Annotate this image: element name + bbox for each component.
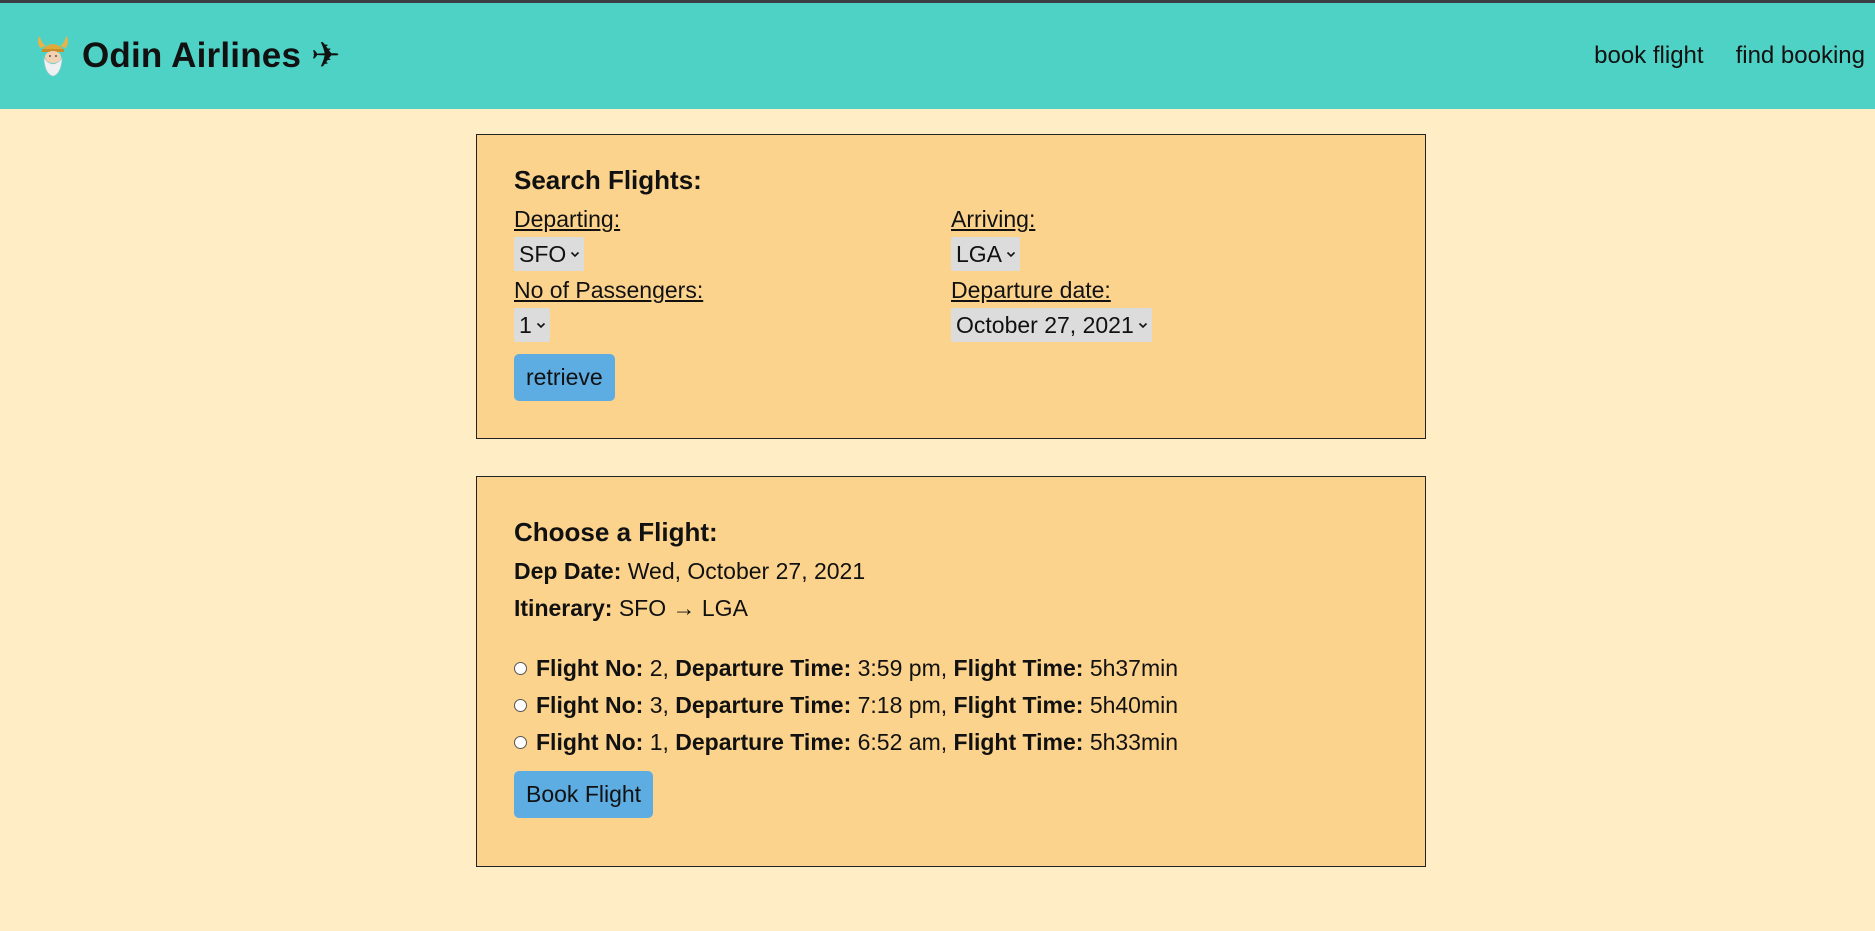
- flight-no-value: 1: [649, 729, 663, 755]
- flight-no-label: Flight No:: [536, 655, 644, 681]
- dep-time-label: Departure Time:: [675, 729, 852, 755]
- nav-links: book flight find booking: [1594, 42, 1865, 70]
- choose-heading: Choose a Flight:: [514, 517, 718, 547]
- departure-date-select[interactable]: October 27, 2021: [951, 308, 1152, 342]
- departing-label: Departing:: [514, 206, 621, 232]
- itinerary-line: Itinerary: SFO → LGA: [514, 595, 1388, 622]
- flight-radio[interactable]: [514, 736, 527, 749]
- flight-time-label: Flight Time:: [953, 692, 1084, 718]
- choose-flight-panel: Choose a Flight: Dep Date: Wed, October …: [476, 476, 1426, 867]
- departing-field: Departing: SFO: [514, 206, 951, 271]
- arriving-value: LGA: [956, 240, 1003, 267]
- arriving-label: Arriving:: [951, 206, 1036, 232]
- flight-time-value: 5h33min: [1089, 729, 1179, 755]
- brand[interactable]: Odin Airlines ✈: [34, 34, 341, 78]
- departure-date-label: Departure date:: [951, 277, 1111, 303]
- flight-option[interactable]: Flight No: 3, Departure Time: 7:18 pm, F…: [514, 687, 1388, 724]
- dep-date-value: Wed, October 27, 2021: [627, 558, 866, 584]
- passengers-select[interactable]: 1: [514, 308, 550, 342]
- chevron-down-icon: [1138, 322, 1147, 329]
- departing-select[interactable]: SFO: [514, 237, 585, 271]
- itinerary-value: SFO → LGA: [618, 595, 748, 621]
- departure-date-field: Departure date: October 27, 2021: [951, 277, 1388, 342]
- dep-time-label: Departure Time:: [675, 655, 852, 681]
- flight-option[interactable]: Flight No: 2, Departure Time: 3:59 pm, F…: [514, 650, 1388, 687]
- dep-time-label: Departure Time:: [675, 692, 852, 718]
- chevron-down-icon: [571, 251, 580, 258]
- dep-time-value: 6:52 am: [857, 729, 941, 755]
- departing-value: SFO: [519, 240, 567, 267]
- nav-find-booking[interactable]: find booking: [1736, 42, 1865, 70]
- itinerary-label: Itinerary:: [514, 595, 613, 621]
- dep-date-label: Dep Date:: [514, 558, 622, 584]
- chevron-down-icon: [1006, 251, 1016, 258]
- search-heading: Search Flights:: [514, 165, 702, 195]
- flight-time-label: Flight Time:: [953, 655, 1084, 681]
- chevron-down-icon: [536, 322, 545, 329]
- brand-title[interactable]: Odin Airlines ✈: [82, 36, 341, 76]
- flight-time-label: Flight Time:: [953, 729, 1084, 755]
- passengers-label: No of Passengers:: [514, 277, 704, 303]
- book-flight-button[interactable]: Book Flight: [514, 771, 654, 818]
- flight-no-label: Flight No:: [536, 729, 644, 755]
- flight-time-value: 5h40min: [1089, 692, 1179, 718]
- search-flights-panel: Search Flights: Departing: SFO Arriving:…: [476, 134, 1426, 439]
- retrieve-button[interactable]: retrieve: [514, 354, 615, 401]
- departure-date-value: October 27, 2021: [956, 311, 1134, 338]
- flight-radio[interactable]: [514, 662, 527, 675]
- dep-time-value: 3:59 pm: [857, 655, 941, 681]
- flight-no-value: 2: [649, 655, 663, 681]
- flight-time-value: 5h37min: [1089, 655, 1179, 681]
- flight-no-label: Flight No:: [536, 692, 644, 718]
- arriving-field: Arriving: LGA: [951, 206, 1388, 271]
- dep-date-line: Dep Date: Wed, October 27, 2021: [514, 558, 1388, 585]
- flight-no-value: 3: [649, 692, 663, 718]
- flight-radio[interactable]: [514, 699, 527, 712]
- passengers-field: No of Passengers: 1: [514, 277, 951, 342]
- nav-book-flight[interactable]: book flight: [1594, 42, 1703, 70]
- dep-time-value: 7:18 pm: [857, 692, 941, 718]
- flight-option[interactable]: Flight No: 1, Departure Time: 6:52 am, F…: [514, 724, 1388, 761]
- flight-options-list: Flight No: 2, Departure Time: 3:59 pm, F…: [514, 650, 1388, 761]
- odin-viking-icon: [38, 36, 68, 77]
- arriving-select[interactable]: LGA: [951, 237, 1021, 271]
- navbar: Odin Airlines ✈ book flight find booking: [0, 3, 1875, 109]
- passengers-value: 1: [519, 311, 532, 338]
